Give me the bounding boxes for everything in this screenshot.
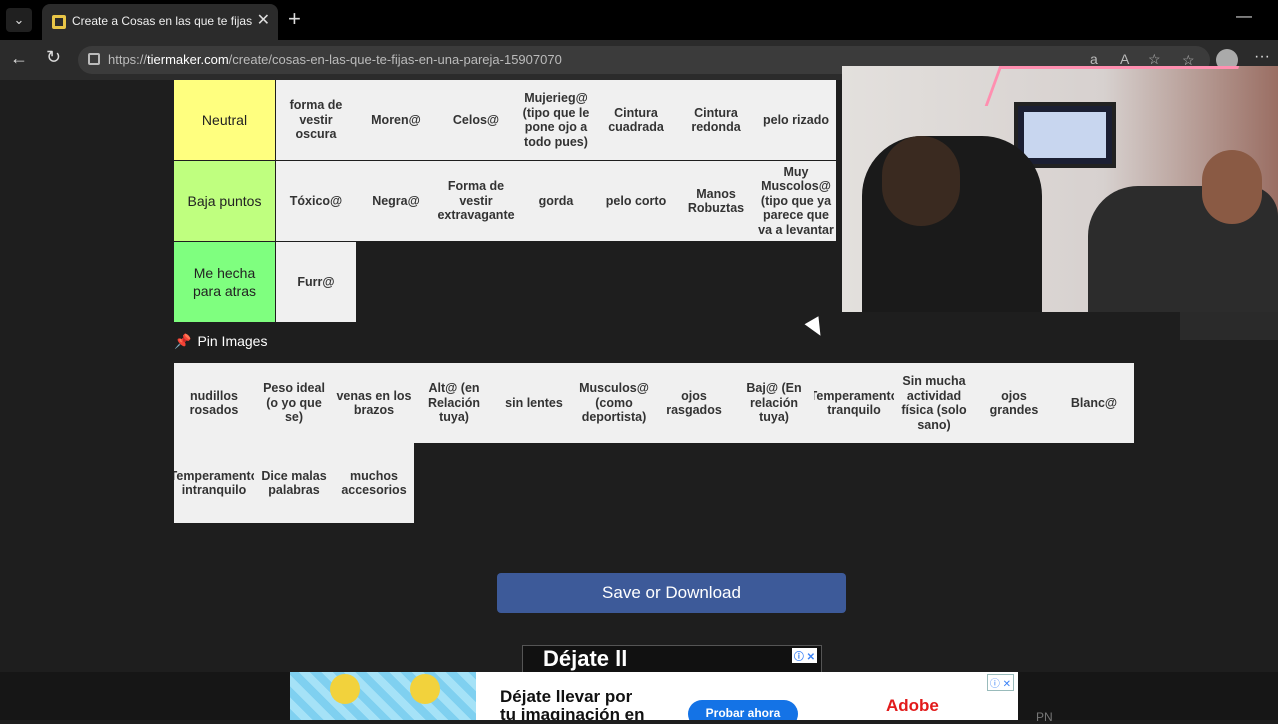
tier-item[interactable]: Furr@	[276, 242, 356, 322]
tier-row: Baja puntos Tóxico@ Negra@ Forma de vestir …	[174, 161, 842, 241]
back-arrow-icon[interactable]: ←	[10, 48, 28, 69]
browser-tab[interactable]: Create a Cosas en las que te fijas e ✕	[42, 4, 278, 40]
save-or-download-button[interactable]: Save or Download	[497, 573, 846, 613]
tier-label[interactable]: Baja puntos	[174, 161, 275, 241]
tier-label[interactable]: Neutral	[174, 80, 275, 160]
pool-item[interactable]: ojos rasgados	[654, 363, 734, 443]
pool-item[interactable]: Dice malas palabras	[254, 443, 334, 523]
pool-item[interactable]: Alt@ (en Relación tuya)	[414, 363, 494, 443]
tier-item[interactable]: Forma de vestir extravagante	[436, 161, 516, 241]
tier-items: Furr@	[276, 242, 356, 322]
tab-close-icon[interactable]: ✕	[257, 10, 270, 30]
pool-item[interactable]: muchos accesorios	[334, 443, 414, 523]
flower-icon	[330, 674, 360, 704]
small-ad-text: Déjate ll	[543, 646, 628, 671]
bottom-ad-bar: Déjate llevar por tu imaginación en Proba…	[0, 672, 1278, 724]
browser-tab-bar: ⌄ Create a Cosas en las que te fijas e ✕…	[0, 0, 1278, 40]
tab-title: Create a Cosas en las que te fijas e	[72, 14, 252, 28]
ad-corner-label: PN	[1036, 710, 1053, 724]
pool-item[interactable]: Baj@ (En relación tuya)	[734, 363, 814, 443]
tier-item[interactable]: Tóxico@	[276, 161, 356, 241]
tier-item[interactable]: Celos@	[436, 80, 516, 160]
tier-item[interactable]: Muy Muscolos@ (tipo que ya parece que va…	[756, 161, 836, 241]
webcam-overlay	[842, 66, 1278, 312]
tier-item[interactable]: Negra@	[356, 161, 436, 241]
ad-headline: Déjate llevar por tu imaginación en	[500, 687, 645, 721]
pool-item[interactable]: Temperamento intranquilo	[174, 443, 254, 523]
pool-item[interactable]: ojos grandes	[974, 363, 1054, 443]
ad-cta-button[interactable]: Probar ahora	[688, 700, 798, 720]
tier-items: forma de vestir oscura Moren@ Celos@ Mujeri…	[276, 80, 836, 160]
image-pool-row: nudillos rosados Peso ideal (o yo que se)…	[174, 363, 1134, 443]
tier-item[interactable]: Cintura redonda	[676, 80, 756, 160]
webcam-overlay-edge	[1180, 312, 1278, 340]
pool-item[interactable]: Peso ideal (o yo que se)	[254, 363, 334, 443]
ad-headline-line-1: Déjate llevar por	[500, 687, 633, 706]
ad-image	[290, 672, 476, 720]
tier-label[interactable]: Me hecha para atras	[174, 242, 275, 322]
image-pool: nudillos rosados Peso ideal (o yo que se)…	[174, 363, 1134, 523]
tier-item[interactable]: gorda	[516, 161, 596, 241]
minimize-button[interactable]: —	[1236, 8, 1252, 26]
pin-images-toggle[interactable]: 📌 Pin Images	[174, 333, 267, 350]
reload-icon[interactable]: ↻	[46, 47, 61, 68]
lock-icon	[88, 53, 100, 65]
pool-item[interactable]: sin lentes	[494, 363, 574, 443]
pushpin-icon: 📌	[174, 333, 192, 349]
tier-item[interactable]: Cintura cuadrada	[596, 80, 676, 160]
pool-item[interactable]: Sin mucha actividad física (solo sano)	[894, 363, 974, 443]
tier-item[interactable]: pelo rizado	[756, 80, 836, 160]
translate-icon[interactable]: a	[1090, 51, 1098, 67]
more-menu-icon[interactable]: ···	[1254, 48, 1270, 66]
person-right-head	[1202, 150, 1262, 224]
tier-item[interactable]: pelo corto	[596, 161, 676, 241]
small-ad-banner[interactable]: Déjate ll ⓘ ✕	[522, 645, 822, 672]
pool-item[interactable]: Musculos@ (como deportista)	[574, 363, 654, 443]
led-strip	[984, 66, 1240, 106]
pin-images-label: Pin Images	[197, 333, 268, 349]
read-aloud-icon[interactable]: A	[1120, 51, 1129, 67]
tier-item[interactable]: Manos Robuztas	[676, 161, 756, 241]
tier-row: Me hecha para atras Furr@	[174, 242, 842, 322]
new-tab-button[interactable]: +	[288, 6, 301, 32]
tier-item[interactable]: forma de vestir oscura	[276, 80, 356, 160]
pool-item[interactable]: nudillos rosados	[174, 363, 254, 443]
pool-item[interactable]: Temperamento tranquilo	[814, 363, 894, 443]
ad-brand: Adobe	[886, 696, 939, 715]
url-prefix: https://	[108, 52, 148, 67]
ad-headline-line-2: tu imaginación en	[500, 705, 645, 721]
url-domain: tiermaker.com	[147, 52, 229, 67]
tab-list-chevron-icon[interactable]: ⌄	[6, 8, 32, 32]
pool-item[interactable]: Blanc@	[1054, 363, 1134, 443]
url-path: /create/cosas-en-las-que-te-fijas-en-una…	[228, 52, 562, 67]
tv-screen	[1024, 112, 1106, 158]
ad-info-icon[interactable]: ⓘ ✕	[791, 648, 817, 663]
flower-icon	[410, 674, 440, 704]
person-left-head	[882, 136, 960, 226]
ad-info-icon[interactable]: ⓘ ✕	[986, 674, 1014, 691]
tier-items: Tóxico@ Negra@ Forma de vestir extravagant…	[276, 161, 836, 241]
url-text[interactable]: https://tiermaker.com/create/cosas-en-la…	[108, 52, 562, 67]
pool-item[interactable]: venas en los brazos	[334, 363, 414, 443]
tier-row: Neutral forma de vestir oscura Moren@ Celos…	[174, 80, 842, 160]
bottom-ad-banner[interactable]: Déjate llevar por tu imaginación en Proba…	[290, 672, 1018, 720]
tier-item[interactable]: Mujerieg@ (tipo que le pone ojo a todo p…	[516, 80, 596, 160]
tier-item[interactable]: Moren@	[356, 80, 436, 160]
tiermaker-favicon-icon	[52, 15, 66, 29]
